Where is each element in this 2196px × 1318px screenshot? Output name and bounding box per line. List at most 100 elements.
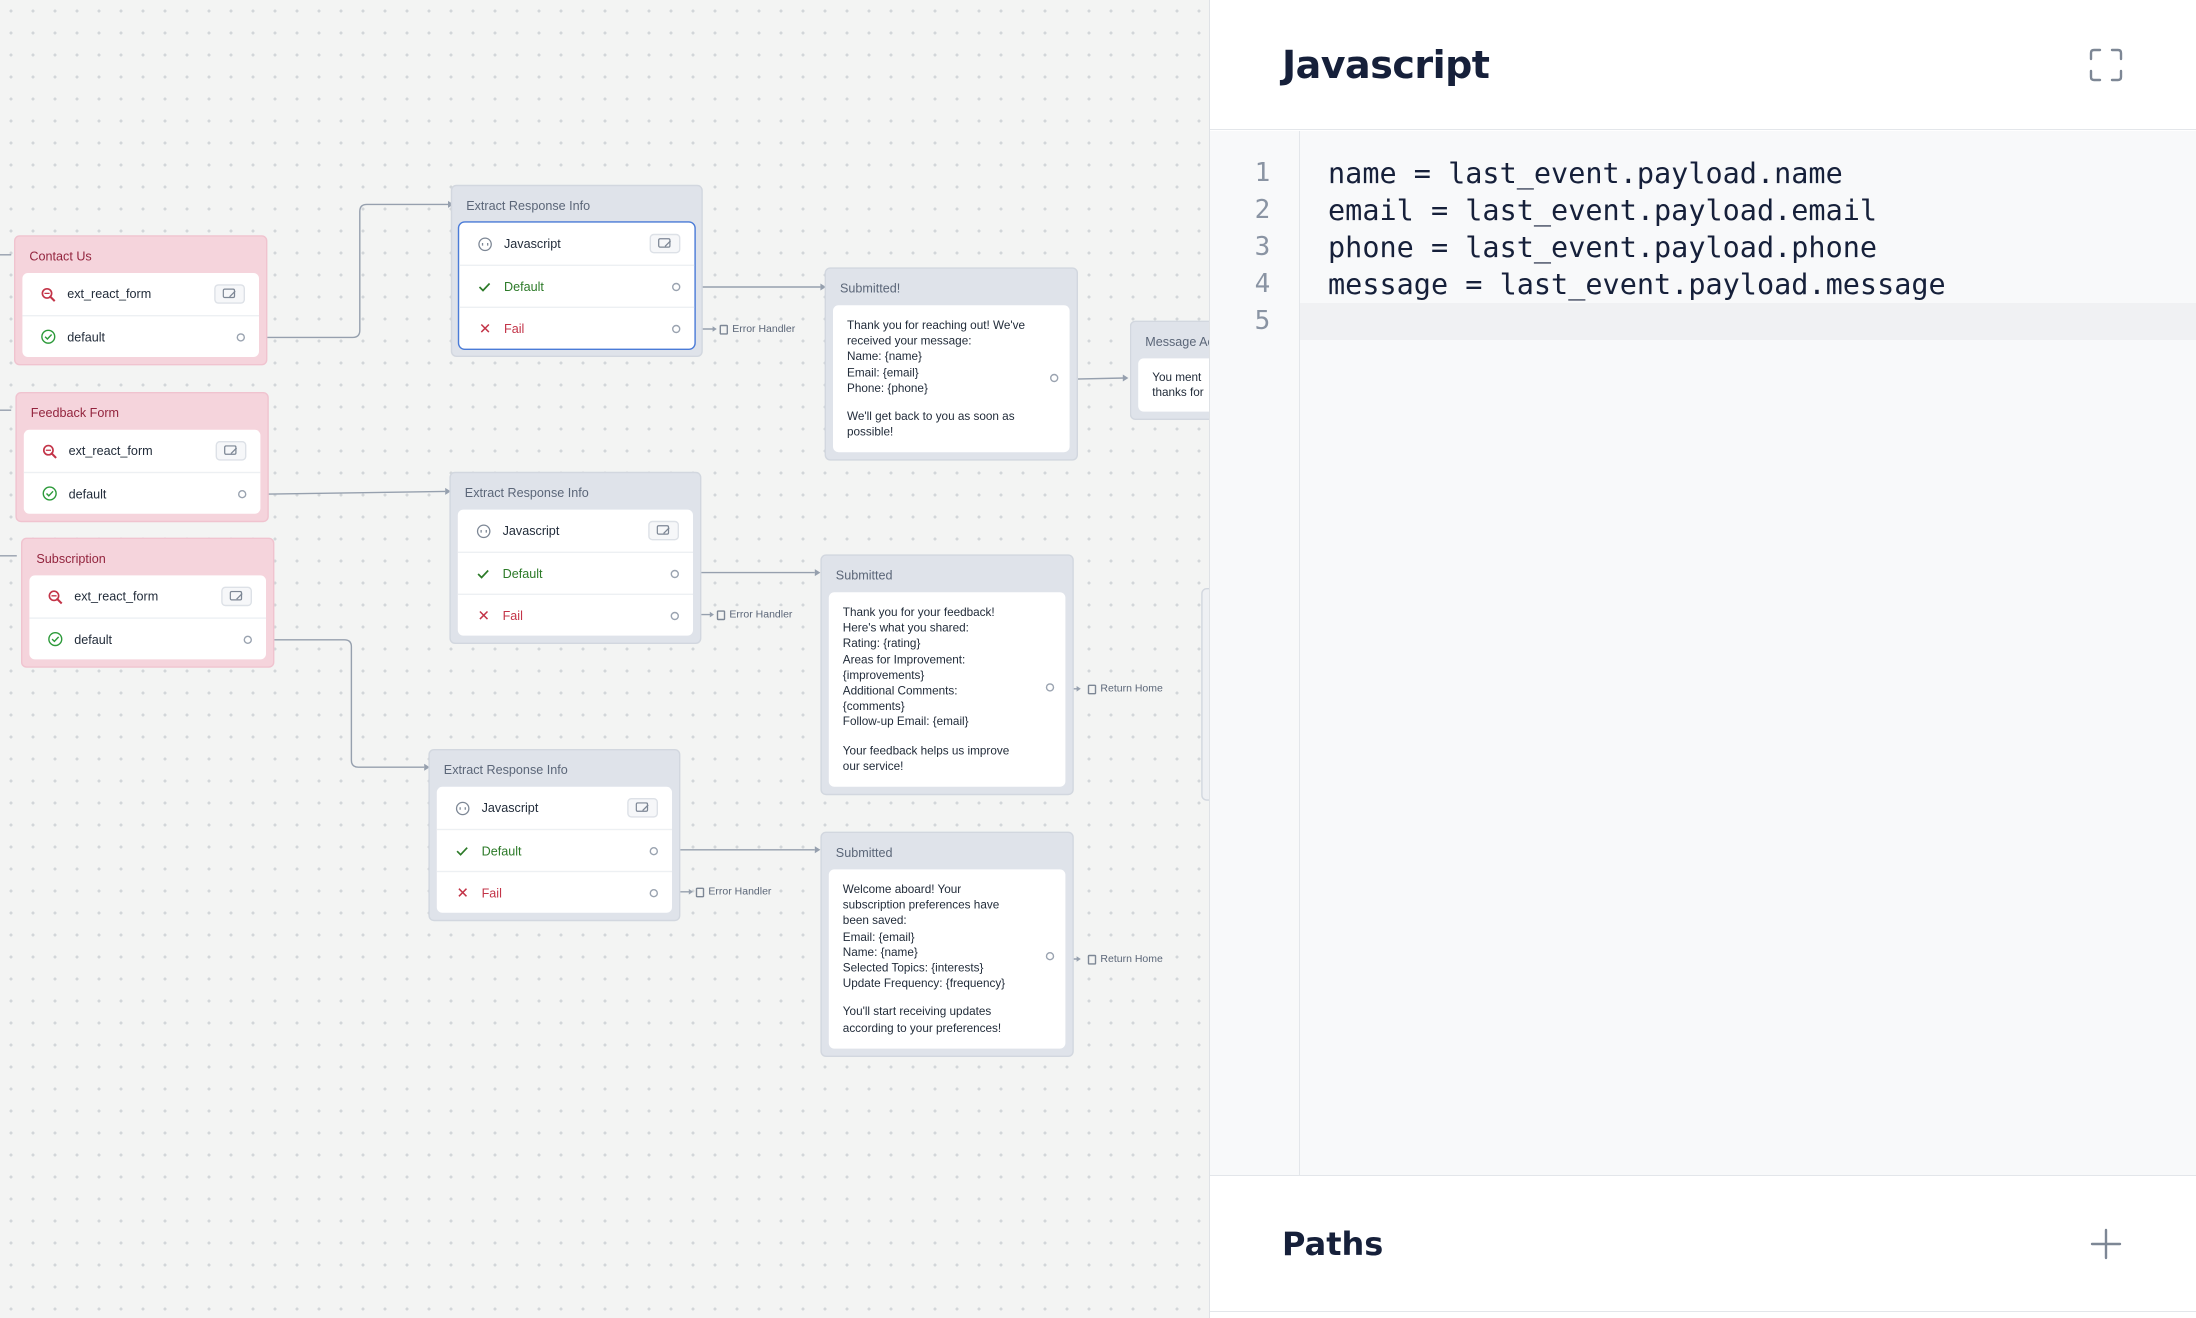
step-label: Javascript <box>502 523 560 538</box>
block-title: Subscription <box>36 551 106 566</box>
add-path-button[interactable] <box>2088 1226 2124 1262</box>
output-port[interactable] <box>238 489 247 498</box>
extract-block-2[interactable]: Extract Response Info Javascript Default… <box>449 471 702 644</box>
block-title: Contact Us <box>29 249 92 264</box>
message-block-submitted-2[interactable]: Submitted Thank you for your feedback! H… <box>820 554 1074 796</box>
output-port[interactable] <box>672 324 681 333</box>
paths-title: Paths <box>1282 1224 1384 1263</box>
fail-label: Fail <box>502 608 523 623</box>
message-block-partial[interactable]: Message Ac You ment thanks for <box>1129 320 1209 421</box>
error-handler-link-3[interactable]: Error Handler <box>695 883 776 901</box>
message-block-submitted-1[interactable]: Submitted! Thank you for reaching out! W… <box>824 267 1078 462</box>
output-port[interactable] <box>236 332 245 341</box>
trigger-default-row[interactable]: default <box>29 617 267 659</box>
trigger-default-label: default <box>74 632 113 647</box>
return-home-link-2[interactable]: Return Home <box>1087 950 1168 968</box>
javascript-step-row[interactable]: Javascript <box>458 510 693 552</box>
output-port[interactable] <box>649 846 658 855</box>
extract-block-3[interactable]: Extract Response Info Javascript Default… <box>428 749 681 922</box>
line-number: 2 <box>1254 195 1271 225</box>
output-port[interactable] <box>1045 683 1055 692</box>
trigger-block-contact-us[interactable]: Contact Us ext_react_form default <box>14 235 268 366</box>
panel-title: Javascript <box>1282 42 1490 87</box>
line-number: 3 <box>1254 232 1271 262</box>
message-block-submitted-3[interactable]: Submitted Welcome aboard! Your subscript… <box>820 831 1074 1057</box>
code-line[interactable]: message = last_event.payload.message <box>1328 266 2196 303</box>
trigger-source-row[interactable]: ext_react_form <box>29 575 266 617</box>
return-home-link-1[interactable]: Return Home <box>1087 680 1168 698</box>
trigger-default-row[interactable]: default <box>23 471 261 514</box>
line-number: 1 <box>1254 158 1271 188</box>
trigger-source-row[interactable]: ext_react_form <box>22 273 259 315</box>
flow-canvas[interactable]: Contact Us ext_react_form default Feedba… <box>0 0 1209 1318</box>
trigger-default-row[interactable]: default <box>22 315 260 357</box>
message-body[interactable]: Welcome aboard! Your subscription prefer… <box>828 869 1066 1049</box>
output-port[interactable] <box>670 569 679 578</box>
code-line[interactable]: phone = last_event.payload.phone <box>1328 229 2196 266</box>
code-line[interactable]: name = last_event.payload.name <box>1328 155 2196 192</box>
javascript-step-row[interactable]: Javascript <box>437 787 672 829</box>
return-home-label: Return Home <box>1100 681 1163 695</box>
document-link-icon <box>719 324 728 334</box>
default-path-row[interactable]: Default <box>457 551 693 594</box>
trigger-source-label: ext_react_form <box>74 589 159 604</box>
output-port[interactable] <box>1050 373 1059 383</box>
default-path-row[interactable]: Default <box>436 828 672 871</box>
expand-button[interactable] <box>2088 47 2124 83</box>
output-port[interactable] <box>649 888 658 897</box>
message-body[interactable]: You ment thanks for <box>1138 358 1209 413</box>
block-title: Extract Response Info <box>466 198 591 213</box>
message-paragraph: Thank you for reaching out! We've receiv… <box>847 317 1025 395</box>
trigger-block-subscription[interactable]: Subscription ext_react_form default <box>21 537 275 668</box>
edit-icon[interactable] <box>221 586 252 607</box>
message-body[interactable]: Thank you for your feedback! Here's what… <box>828 592 1066 787</box>
step-label: Javascript <box>481 800 539 815</box>
edit-icon[interactable] <box>648 520 679 541</box>
trigger-source-row[interactable]: ext_react_form <box>24 430 261 472</box>
trigger-default-label: default <box>68 486 107 501</box>
paths-section: Paths <box>1210 1175 2196 1311</box>
check-icon <box>475 565 492 582</box>
edit-icon[interactable] <box>214 284 245 304</box>
trigger-default-label: default <box>67 329 106 344</box>
trigger-block-feedback-form[interactable]: Feedback Form ext_react_form default <box>15 392 269 523</box>
x-icon <box>476 320 493 337</box>
output-port[interactable] <box>1045 952 1055 961</box>
default-path-row[interactable]: Default <box>459 264 695 307</box>
default-label: Default <box>504 279 544 294</box>
check-circle-icon <box>39 328 56 345</box>
default-label: Default <box>481 843 522 858</box>
edit-icon[interactable] <box>627 798 658 818</box>
fail-path-row[interactable]: Fail <box>459 306 695 349</box>
error-handler-link-1[interactable]: Error Handler <box>719 320 800 338</box>
code-editor[interactable]: 1 2 3 4 5 name = last_event.payload.name… <box>1210 131 2196 1175</box>
message-body[interactable]: Thank you for reaching out! We've receiv… <box>833 305 1070 453</box>
message-paragraph: You'll start receiving updates according… <box>842 1004 1002 1035</box>
error-handler-label: Error Handler <box>708 884 772 898</box>
document-link-icon <box>716 609 726 620</box>
line-number: 5 <box>1254 306 1271 336</box>
fail-label: Fail <box>504 321 525 336</box>
output-port[interactable] <box>672 282 681 291</box>
extract-block-1[interactable]: Extract Response Info Javascript Default… <box>450 184 703 357</box>
output-port[interactable] <box>243 634 252 644</box>
code-text[interactable]: name = last_event.payload.name email = l… <box>1300 131 2196 1175</box>
edit-icon[interactable] <box>215 441 247 461</box>
check-icon <box>476 278 493 295</box>
edit-icon[interactable] <box>649 233 681 254</box>
code-line[interactable]: email = last_event.payload.email <box>1328 192 2196 229</box>
check-circle-icon <box>46 631 63 648</box>
javascript-step-row[interactable]: Javascript <box>459 223 694 265</box>
output-port[interactable] <box>670 611 679 620</box>
panel-footer-edge <box>1210 1311 2196 1318</box>
error-handler-link-2[interactable]: Error Handler <box>716 606 797 623</box>
plus-icon <box>2090 1228 2122 1259</box>
message-paragraph: Thank you for your feedback! Here's what… <box>842 604 995 729</box>
fail-path-row[interactable]: Fail <box>436 870 672 913</box>
block-title: Extract Response Info <box>464 485 589 500</box>
block-title: Extract Response Info <box>443 763 568 777</box>
fail-path-row[interactable]: Fail <box>457 593 693 636</box>
block-title: Message Ac <box>1145 334 1209 349</box>
block-title: Submitted <box>835 845 893 860</box>
code-line-active[interactable] <box>1300 303 2196 340</box>
